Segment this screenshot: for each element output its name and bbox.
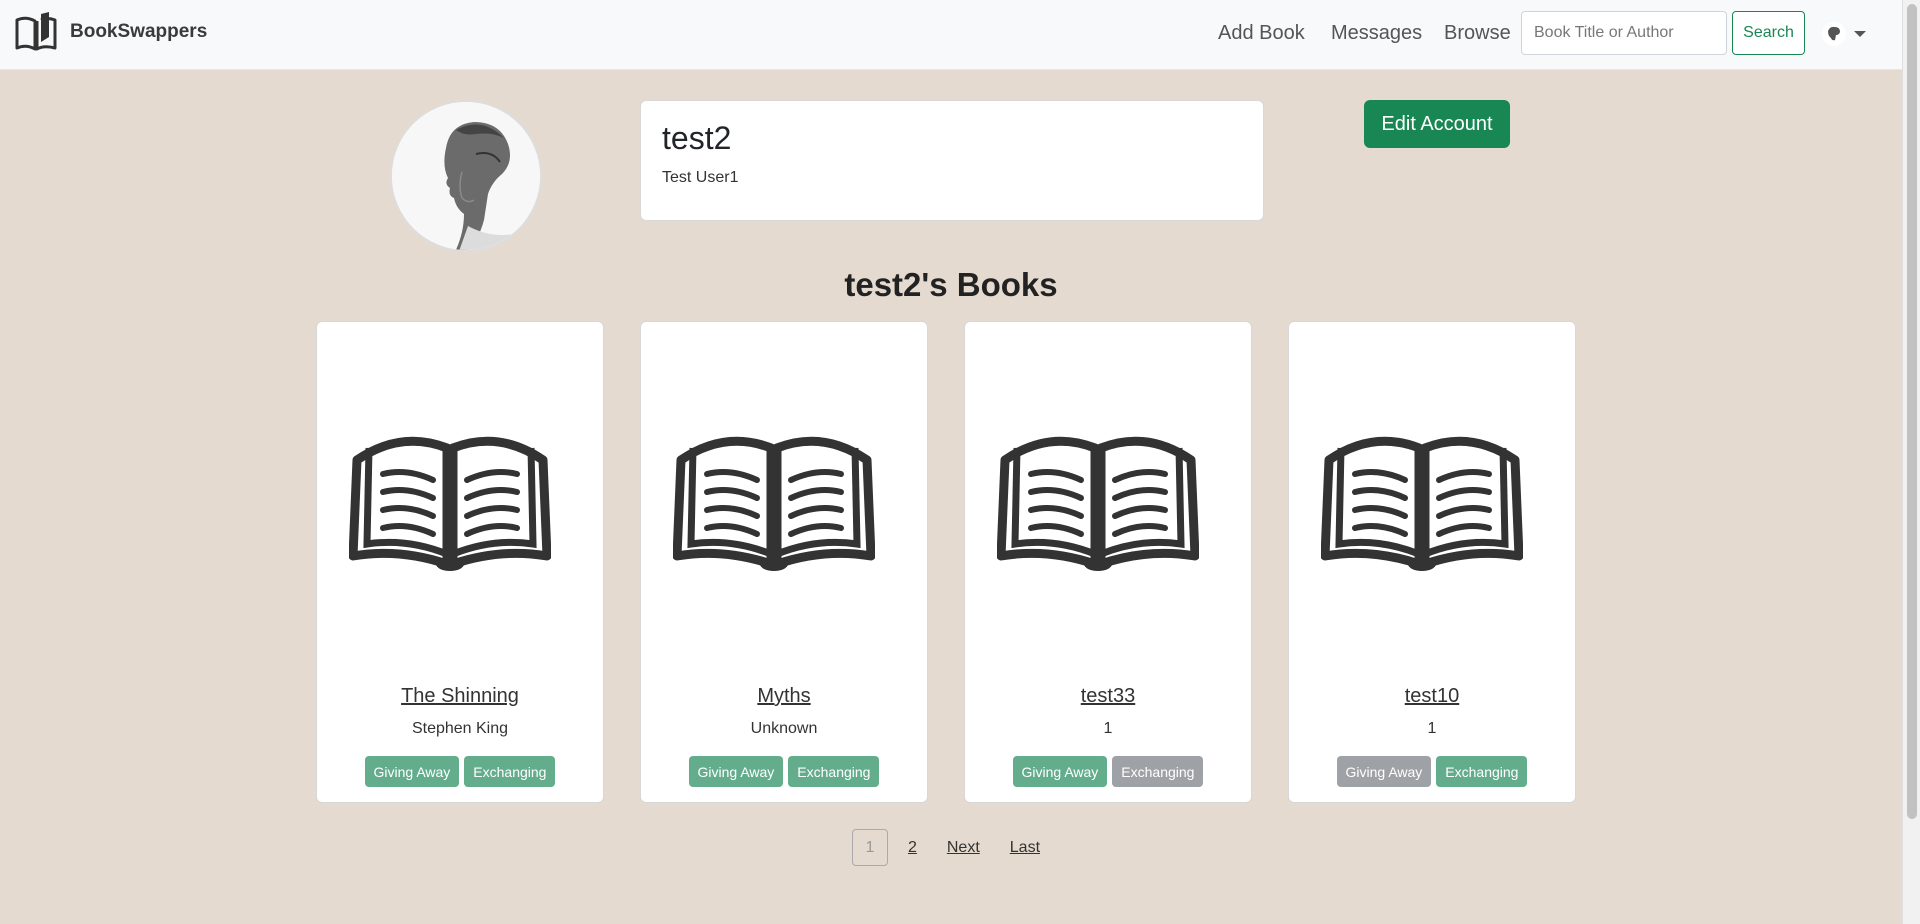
search-input[interactable]	[1521, 11, 1727, 55]
book-card: test33 1 Giving Away Exchanging	[964, 321, 1252, 803]
book-author: Stephen King	[411, 720, 509, 737]
book-card: The Shinning Stephen King Giving Away Ex…	[316, 321, 604, 803]
exchanging-badge: Exchanging	[1112, 756, 1204, 787]
profile-card: test2 Test User1	[640, 100, 1264, 221]
open-book-icon	[1321, 436, 1523, 571]
book-card: test10 1 Giving Away Exchanging	[1288, 321, 1576, 803]
user-menu-toggle[interactable]	[1822, 22, 1866, 46]
profile-full-name: Test User1	[662, 169, 739, 187]
edit-account-button[interactable]: Edit Account	[1364, 100, 1510, 148]
profile-photo	[390, 100, 542, 252]
nav-add-book[interactable]: Add Book	[1218, 22, 1305, 45]
vertical-scrollbar[interactable]	[1902, 0, 1920, 924]
profile-username: test2	[662, 120, 732, 156]
exchanging-badge: Exchanging	[788, 756, 880, 787]
exchanging-badge: Exchanging	[464, 756, 556, 787]
page-1[interactable]: 1	[851, 829, 888, 866]
giving-away-badge: Giving Away	[1336, 756, 1432, 787]
giving-away-badge: Giving Away	[1012, 756, 1108, 787]
nav-messages[interactable]: Messages	[1331, 22, 1422, 45]
open-book-icon	[997, 436, 1199, 571]
brand[interactable]: BookSwappers	[14, 12, 207, 52]
book-card: Myths Unknown Giving Away Exchanging	[640, 321, 928, 803]
giving-away-badge: Giving Away	[688, 756, 784, 787]
search-button[interactable]: Search	[1732, 11, 1805, 55]
open-book-icon	[15, 12, 57, 51]
next-page-link[interactable]: Next	[937, 829, 990, 866]
giving-away-badge: Giving Away	[364, 756, 460, 787]
book-title-link[interactable]: Myths	[641, 685, 927, 708]
brand-name: BookSwappers	[70, 21, 208, 42]
nav-browse[interactable]: Browse	[1444, 22, 1511, 45]
book-author: Unknown	[750, 720, 818, 737]
user-avatar-icon	[1822, 22, 1846, 46]
open-book-icon	[349, 436, 551, 571]
book-title-link[interactable]: test10	[1289, 685, 1575, 708]
pagination: 1 2 Next Last	[0, 829, 1902, 866]
book-title-link[interactable]: The Shinning	[317, 685, 603, 708]
last-page-link[interactable]: Last	[1000, 829, 1050, 866]
chevron-down-icon	[1854, 31, 1866, 37]
book-title-link[interactable]: test33	[965, 685, 1251, 708]
exchanging-badge: Exchanging	[1436, 756, 1528, 787]
scrollbar-thumb[interactable]	[1907, 4, 1917, 819]
books-heading: test2's Books	[844, 266, 1058, 303]
book-author: 1	[1103, 720, 1113, 737]
navbar: BookSwappers Add Book Messages Browse Se…	[0, 0, 1902, 70]
open-book-icon	[673, 436, 875, 571]
page-2[interactable]: 2	[898, 829, 927, 866]
book-author: 1	[1427, 720, 1437, 737]
